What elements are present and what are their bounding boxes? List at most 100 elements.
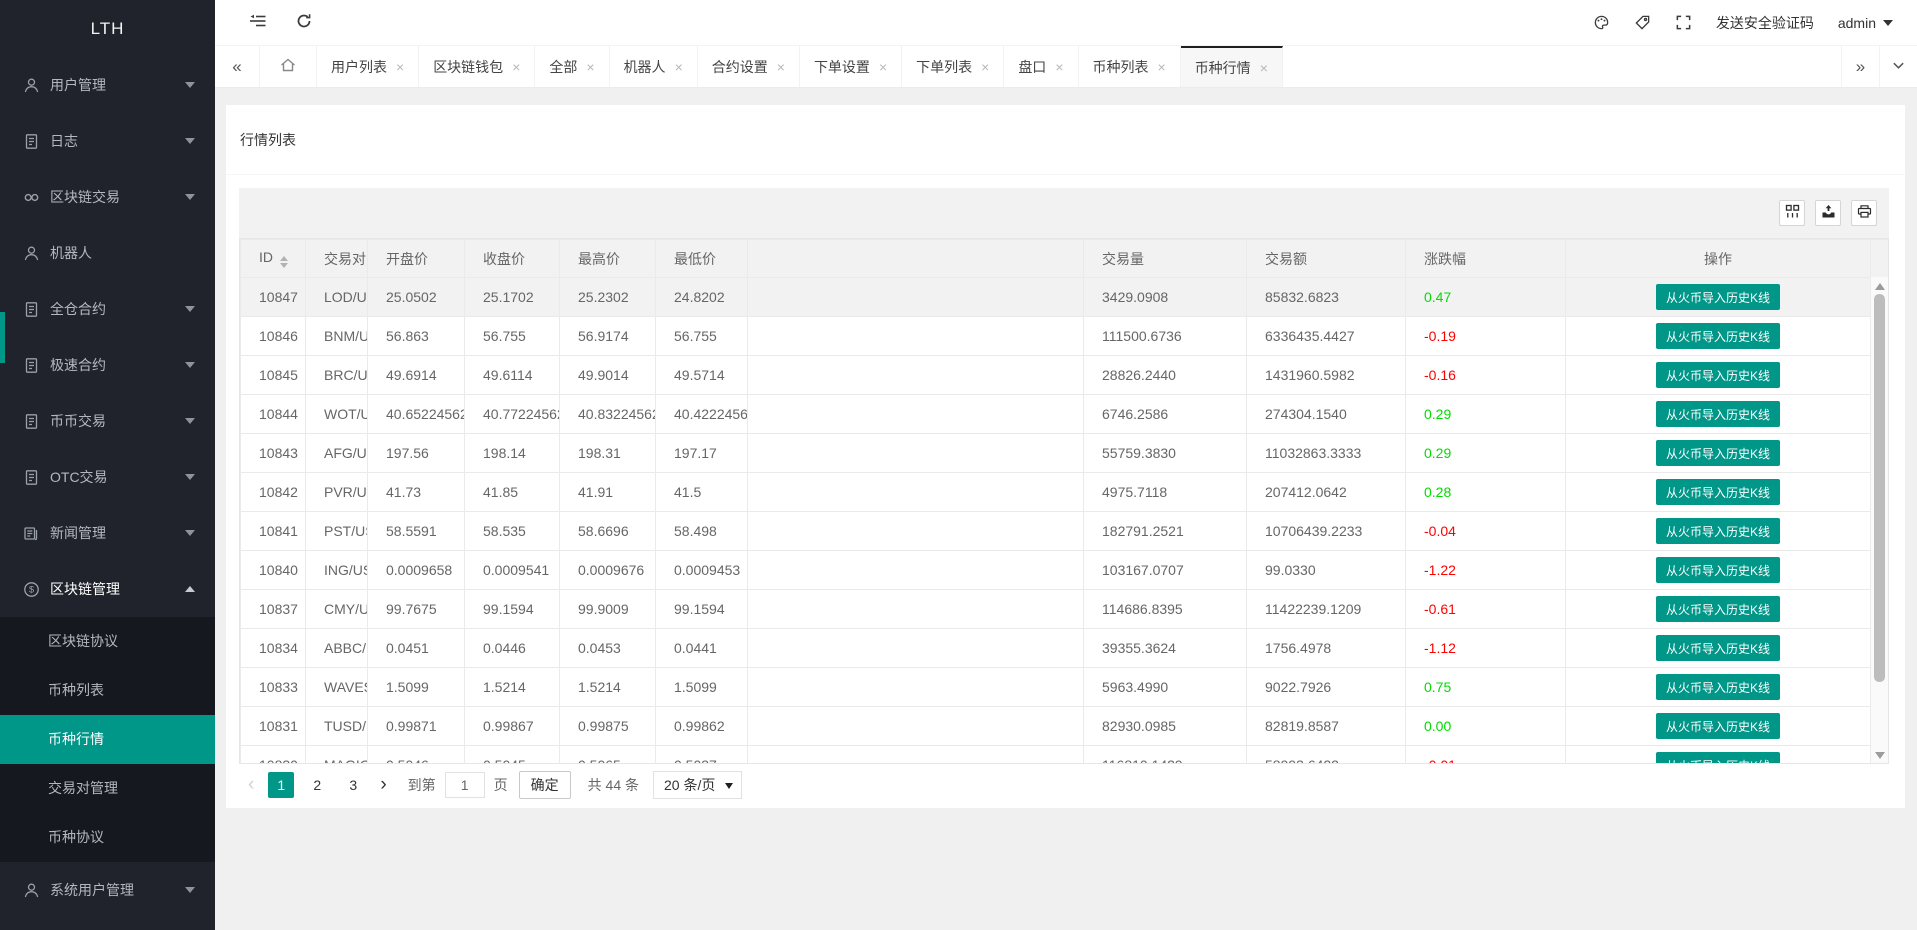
change-value: 0.47 [1424, 289, 1451, 305]
cell-action: 从火币导入历史K线 [1566, 356, 1871, 395]
sidebar-subitem[interactable]: 币种行情 [0, 715, 215, 764]
close-tab-icon[interactable]: × [396, 59, 404, 75]
close-tab-icon[interactable]: × [1260, 60, 1268, 76]
home-tab[interactable] [260, 46, 317, 87]
sidebar-item[interactable]: 机器人 [0, 225, 215, 281]
import-kline-button[interactable]: 从火币导入历史K线 [1656, 674, 1780, 700]
print-button[interactable] [1851, 200, 1877, 226]
close-tab-icon[interactable]: × [777, 59, 785, 75]
fullscreen-icon[interactable] [1675, 14, 1692, 31]
tag-icon[interactable] [1634, 14, 1651, 31]
close-tab-icon[interactable]: × [675, 59, 683, 75]
scroll-up-icon[interactable] [1875, 283, 1885, 290]
sidebar-item[interactable]: 全仓合约 [0, 281, 215, 337]
sidebar-scrollbar-thumb[interactable] [0, 312, 5, 363]
tab[interactable]: 下单设置× [800, 46, 902, 87]
close-tab-icon[interactable]: × [879, 59, 887, 75]
tab[interactable]: 全部× [535, 46, 609, 87]
cell-pair: CMY/US... [306, 590, 368, 629]
sidebar-subitem[interactable]: 交易对管理 [0, 764, 215, 813]
close-tab-icon[interactable]: × [586, 59, 594, 75]
tabbar: « 用户列表×区块链钱包×全部×机器人×合约设置×下单设置×下单列表×盘口×币种… [215, 46, 1917, 88]
collapse-tabs-button[interactable]: « [215, 46, 260, 87]
page-size-select[interactable]: 20 条/页 [653, 771, 742, 799]
sidebar-item[interactable]: 极速合约 [0, 337, 215, 393]
import-kline-button[interactable]: 从火币导入历史K线 [1656, 440, 1780, 466]
sidebar-item[interactable]: 币币交易 [0, 393, 215, 449]
send-code-button[interactable]: 发送安全验证码 [1716, 13, 1814, 33]
export-button[interactable] [1815, 200, 1841, 226]
sidebar-item[interactable]: 日志 [0, 113, 215, 169]
cell-volume: 4975.7118 [1084, 473, 1247, 512]
next-page-button[interactable]: › [371, 774, 395, 796]
tab[interactable]: 盘口× [1004, 46, 1078, 87]
refresh-button[interactable] [281, 12, 327, 33]
sidebar-subitem[interactable]: 区块链协议 [0, 617, 215, 666]
goto-page-input[interactable] [445, 772, 485, 798]
import-kline-button[interactable]: 从火币导入历史K线 [1656, 362, 1780, 388]
scrollbar-thumb[interactable] [1874, 294, 1885, 682]
page-number[interactable]: 3 [340, 772, 366, 798]
table-header-cell: 交易对 [306, 240, 368, 278]
sidebar-item[interactable]: 用户管理 [0, 57, 215, 113]
sidebar-subitem[interactable]: 币种列表 [0, 666, 215, 715]
table-header-cell: 最高价 [560, 240, 656, 278]
sidebar-toggle-icon [249, 12, 267, 33]
sidebar-item[interactable]: 新闻管理 [0, 505, 215, 561]
import-kline-button[interactable]: 从火币导入历史K线 [1656, 479, 1780, 505]
table-header-cell[interactable]: ID [241, 240, 306, 278]
tab[interactable]: 区块链钱包× [419, 46, 535, 87]
import-kline-button[interactable]: 从火币导入历史K线 [1656, 401, 1780, 427]
sort-icon[interactable] [280, 256, 288, 268]
cell-pair: WOT/US... [306, 395, 368, 434]
import-kline-button[interactable]: 从火币导入历史K线 [1656, 323, 1780, 349]
chevron-down-icon [185, 418, 195, 424]
scroll-tabs-button[interactable]: » [1841, 46, 1879, 87]
sidebar-item[interactable]: 系统用户管理 [0, 862, 215, 918]
sidebar-subitem[interactable]: 币种协议 [0, 813, 215, 862]
cell-low: 24.8202 [656, 278, 748, 317]
sidebar-item[interactable]: 区块链交易 [0, 169, 215, 225]
sidebar-submenu: 区块链协议币种列表币种行情交易对管理币种协议 [0, 617, 215, 862]
import-kline-button[interactable]: 从火币导入历史K线 [1656, 284, 1780, 310]
cell-open: 0.0009658 [368, 551, 465, 590]
close-tab-icon[interactable]: × [1055, 59, 1063, 75]
user-menu[interactable]: admin [1838, 15, 1893, 31]
close-tab-icon[interactable]: × [512, 59, 520, 75]
tab[interactable]: 下单列表× [902, 46, 1004, 87]
import-kline-button[interactable]: 从火币导入历史K线 [1656, 518, 1780, 544]
import-kline-button[interactable]: 从火币导入历史K线 [1656, 557, 1780, 583]
tab[interactable]: 合约设置× [698, 46, 800, 87]
select-caret-icon [725, 783, 733, 789]
import-kline-button[interactable]: 从火币导入历史K线 [1656, 713, 1780, 739]
cell-id: 10842 [241, 473, 306, 512]
table-row: 10831TUSD/U...0.998710.998670.998750.998… [241, 707, 1889, 746]
cell-low: 40.42224562 [656, 395, 748, 434]
sidebar-item[interactable]: OTC交易 [0, 449, 215, 505]
cell-open: 99.7675 [368, 590, 465, 629]
tab[interactable]: 用户列表× [317, 46, 419, 87]
prev-page-button[interactable]: ‹ [239, 774, 263, 796]
filter-columns-button[interactable] [1779, 200, 1805, 226]
table-row: 10830MAGIC/...0.50460.50450.50650.503711… [241, 746, 1889, 765]
tab[interactable]: 币种行情× [1181, 46, 1283, 87]
tab[interactable]: 机器人× [610, 46, 698, 87]
cell-spacer [748, 668, 1084, 707]
import-kline-button[interactable]: 从火币导入历史K线 [1656, 596, 1780, 622]
scroll-down-icon[interactable] [1875, 752, 1885, 759]
table-scrollbar[interactable] [1870, 277, 1888, 764]
import-kline-button[interactable]: 从火币导入历史K线 [1656, 635, 1780, 661]
sidebar-toggle-button[interactable] [235, 12, 281, 33]
confirm-button[interactable]: 确定 [519, 771, 571, 799]
change-value: -0.04 [1424, 523, 1456, 539]
close-tab-icon[interactable]: × [981, 59, 989, 75]
sidebar-item[interactable]: $区块链管理 [0, 561, 215, 617]
import-kline-button[interactable]: 从火币导入历史K线 [1656, 752, 1780, 764]
sidebar-item-label: 新闻管理 [50, 523, 106, 543]
tabs-menu-button[interactable] [1879, 46, 1917, 87]
close-tab-icon[interactable]: × [1158, 59, 1166, 75]
page-number[interactable]: 2 [304, 772, 330, 798]
theme-palette-icon[interactable] [1593, 14, 1610, 31]
tab[interactable]: 币种列表× [1079, 46, 1181, 87]
page-number[interactable]: 1 [268, 772, 294, 798]
